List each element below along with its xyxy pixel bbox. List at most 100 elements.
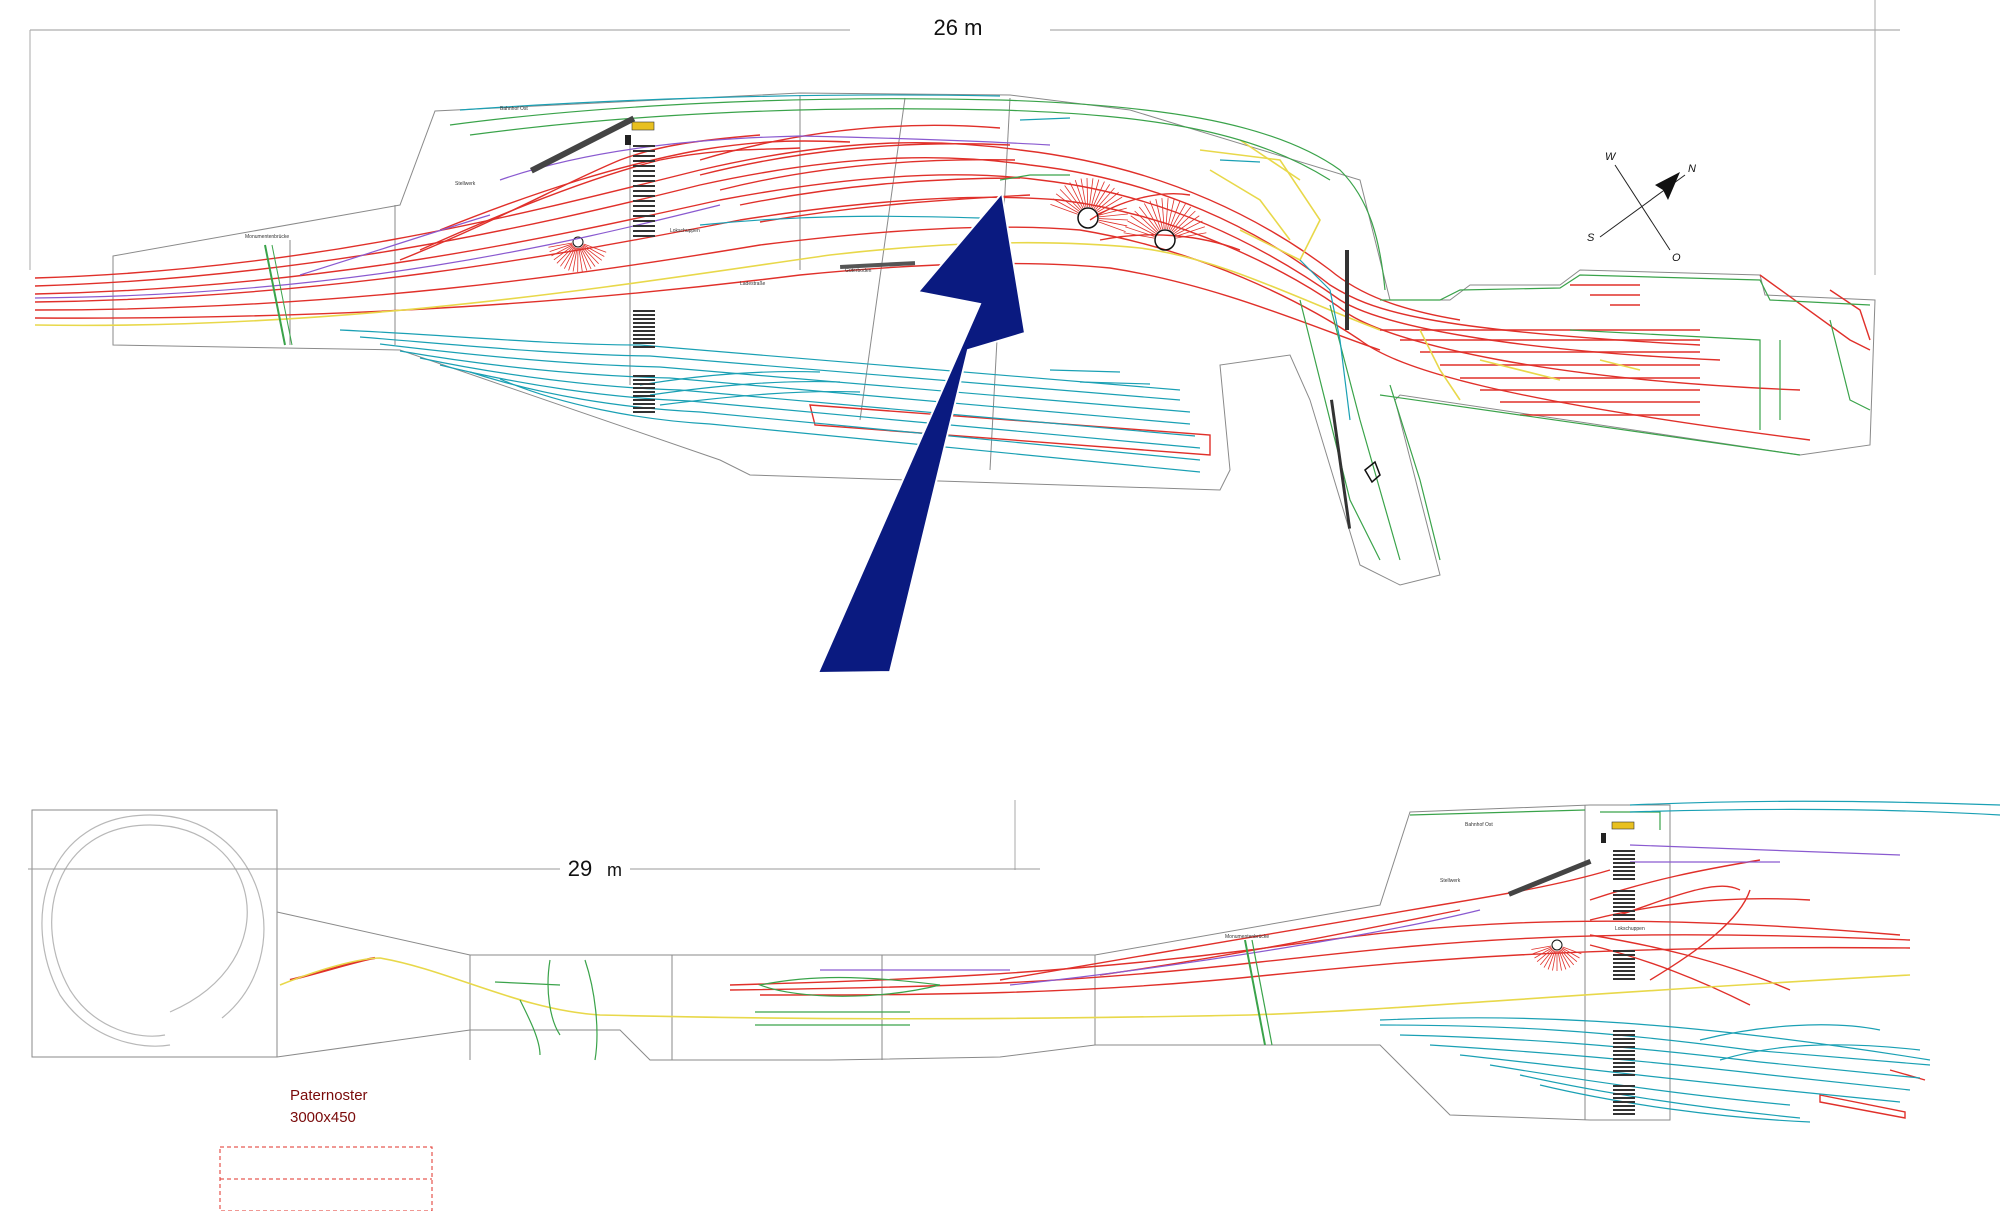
crossing-tie [633, 403, 655, 405]
turntable-ray [1098, 218, 1128, 221]
crossing-tie [1613, 878, 1635, 880]
crossing-tie [1613, 1038, 1635, 1040]
crossing-tie [633, 379, 655, 381]
crossing-tie [633, 175, 655, 177]
crossing-tie [1613, 914, 1635, 916]
crossing-tie [1613, 850, 1635, 852]
compass-w-letter: W [1605, 151, 1617, 163]
turntable-ray [1161, 198, 1165, 230]
crossing-tie [1613, 962, 1635, 964]
bottom-bridge-label: Monumentenbrücke [1225, 934, 1269, 940]
turntable-ray [1086, 178, 1089, 208]
compass: W N S O [1587, 151, 1696, 264]
top-small-label-b: Güterboden [845, 268, 872, 274]
crossing-tie [633, 235, 655, 237]
paternoster-title: Paternoster [290, 1087, 368, 1104]
crossing-tie [1613, 910, 1635, 912]
crossing-tie [1613, 902, 1635, 904]
crossing-tie [633, 391, 655, 393]
top-purple-tracks [34, 135, 1051, 299]
crossing-tie [1613, 954, 1635, 956]
top-dimension-label: 26 m [934, 15, 983, 40]
crossing-tie [633, 387, 655, 389]
bottom-turntable [1531, 939, 1582, 971]
top-turntable-1 [548, 236, 607, 273]
crossing-tie [1613, 898, 1635, 900]
paternoster-size: 3000x450 [290, 1109, 356, 1126]
crossing-tie [633, 322, 655, 324]
crossing-tie [1613, 1042, 1635, 1044]
crossing-tie [633, 314, 655, 316]
bottom-small-label-a: Stellwerk [1440, 878, 1461, 884]
crossing-tie [633, 334, 655, 336]
top-dimension: 26 m [29, 0, 1900, 275]
bottom-dimension-unit: m [607, 860, 622, 880]
crossing-tie [1613, 1109, 1635, 1111]
top-buildings [530, 115, 1381, 529]
crossing-tie [633, 185, 655, 187]
crossing-tie [1613, 1054, 1635, 1056]
crossing-tie [1613, 1062, 1635, 1064]
top-small-label-a: Stellwerk [455, 181, 476, 187]
crossing-tie [1613, 866, 1635, 868]
crossing-tie [1613, 1050, 1635, 1052]
crossing-tie [1613, 906, 1635, 908]
crossing-tie [1613, 1070, 1635, 1072]
crossing-tie [633, 225, 655, 227]
crossing-tie [1613, 978, 1635, 980]
top-track-plan: Monumentenbrücke Bahnhof Ost Lokschuppen… [34, 92, 1876, 586]
top-small-label-c: Ladestraße [740, 281, 766, 287]
crossing-tie [1613, 1034, 1635, 1036]
bottom-purple-tracks [820, 844, 1901, 986]
crossing-tie [633, 160, 655, 162]
crossing-tie [1613, 890, 1635, 892]
crossing-tie [633, 330, 655, 332]
crossing-tie [1613, 862, 1635, 864]
crossing-tie [1613, 1093, 1635, 1095]
crossing-tie [1613, 1066, 1635, 1068]
turntable-ray [1134, 210, 1158, 233]
crossing-tie [633, 375, 655, 377]
turntable-ray [1531, 945, 1552, 950]
crossing-tie [633, 170, 655, 172]
track-plan-canvas: 26 m Monumentenbrücke Bahnhof Ost Loksch… [28, 0, 2000, 1211]
crossing-tie [633, 190, 655, 192]
crossing-tie [1613, 874, 1635, 876]
crossing-tie [1613, 1058, 1635, 1060]
crossing-tie [1613, 1046, 1635, 1048]
crossing-tie [1613, 858, 1635, 860]
bottom-helix [41, 814, 265, 1047]
crossing-tie [633, 200, 655, 202]
crossing-tie [633, 383, 655, 385]
bottom-labels: Monumentenbrücke Bahnhof Ost Lokschuppen… [1225, 822, 1645, 940]
compass-o-letter: O [1672, 252, 1681, 264]
crossing-tie [633, 411, 655, 413]
crossing-tie [633, 215, 655, 217]
crossing-tie [1613, 974, 1635, 976]
top-yard-label: Lokschuppen [670, 228, 700, 234]
crossing-tie [633, 180, 655, 182]
crossing-tie [1613, 1074, 1635, 1076]
bottom-track-plan: 29 m Monumentenbrücke Bahnhof Ost Loksch… [28, 800, 2000, 1123]
bottom-dimension-value: 29 [568, 856, 592, 881]
top-bridge-label: Monumentenbrücke [245, 234, 289, 240]
crossing-tie [1613, 894, 1635, 896]
crossing-tie [633, 407, 655, 409]
crossing-tie [1613, 870, 1635, 872]
bottom-cyan-yard [1379, 800, 2000, 1123]
crossing-tie [633, 195, 655, 197]
crossing-tie [1613, 966, 1635, 968]
paternoster-block: Paternoster 3000x450 [219, 1087, 433, 1211]
bottom-yard-label: Lokschuppen [1615, 926, 1645, 932]
bottom-baseboard-outline [31, 800, 1671, 1121]
crossing-tie [1613, 958, 1635, 960]
bottom-station-label: Bahnhof Ost [1465, 822, 1493, 828]
crossing-tie [633, 318, 655, 320]
turntable-ray [1557, 950, 1562, 971]
crossing-tie [1613, 1089, 1635, 1091]
crossing-tie [633, 210, 655, 212]
crossing-tie [1613, 1030, 1635, 1032]
crossing-tie [633, 399, 655, 401]
crossing-tie [1613, 854, 1635, 856]
bottom-dimension: 29 m [28, 856, 1040, 881]
